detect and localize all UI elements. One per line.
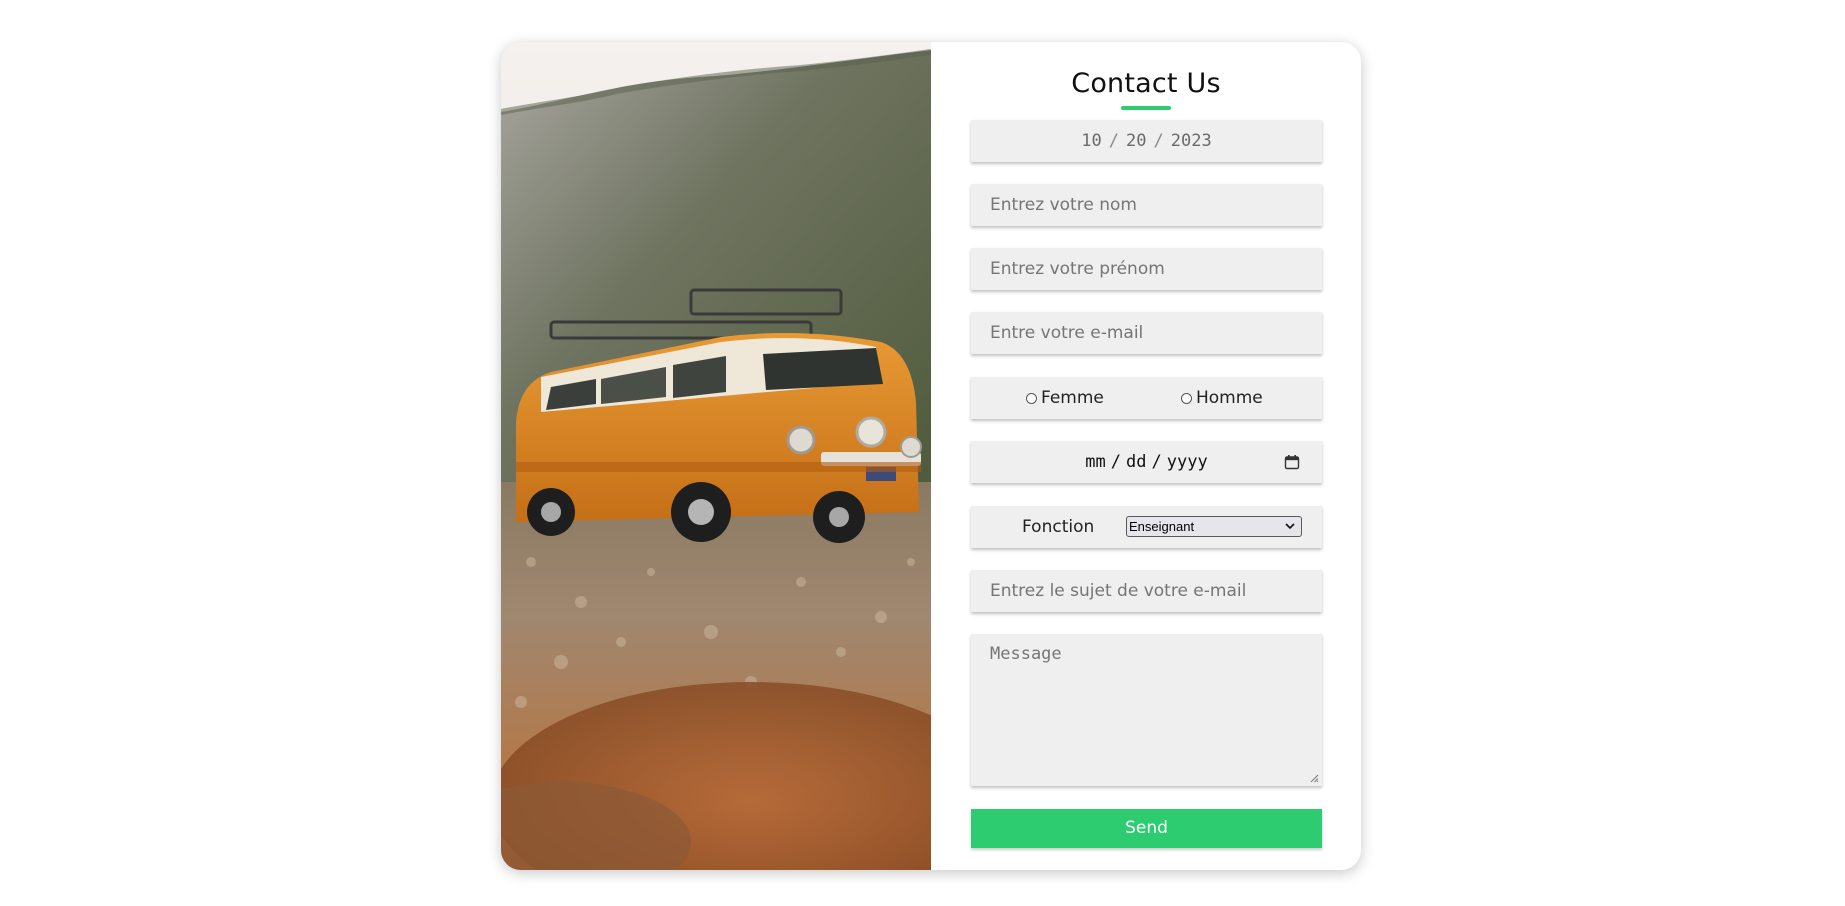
calendar-icon[interactable]: [1284, 454, 1300, 470]
message-textarea[interactable]: [971, 634, 1322, 786]
date-value: 10 / 20 / 2023: [971, 120, 1322, 162]
radio-homme-circle[interactable]: [1181, 392, 1192, 404]
birthdate-value: mm / dd / yyyy: [971, 441, 1322, 483]
birthdate-separator: /: [1151, 452, 1162, 472]
form-title: Contact Us: [1071, 68, 1221, 99]
birthdate-separator: /: [1110, 452, 1122, 472]
fonction-selected: Enseignant: [1129, 519, 1195, 534]
contact-card: Contact Us 10 / 20 / 2023 Fe: [501, 42, 1361, 870]
gender-radio-group: Femme Homme: [971, 377, 1322, 419]
date-field[interactable]: 10 / 20 / 2023: [971, 120, 1322, 162]
radio-homme[interactable]: Homme: [1181, 388, 1263, 408]
radio-femme-label: Femme: [1041, 388, 1104, 408]
gender-field: Femme Homme: [971, 377, 1322, 419]
message-field: [971, 634, 1322, 786]
contact-form: Contact Us 10 / 20 / 2023 Fe: [931, 42, 1361, 870]
date-day: 20: [1126, 131, 1147, 151]
birthdate-field[interactable]: mm / dd / yyyy: [971, 441, 1322, 483]
date-separator: /: [1108, 131, 1120, 151]
nom-input[interactable]: [971, 184, 1322, 226]
radio-femme-circle[interactable]: [1026, 392, 1037, 404]
email-input[interactable]: [971, 312, 1322, 354]
title-underline: [1121, 106, 1171, 110]
birthdate-year: yyyy: [1166, 452, 1208, 472]
radio-femme[interactable]: Femme: [1026, 388, 1104, 408]
resize-grip-icon[interactable]: [1310, 774, 1319, 783]
subject-field: [971, 570, 1322, 612]
chevron-down-icon: [1285, 523, 1295, 530]
van-photo: [501, 42, 931, 870]
radio-homme-label: Homme: [1196, 388, 1263, 408]
prenom-input[interactable]: [971, 248, 1322, 290]
send-button[interactable]: Send: [971, 809, 1322, 848]
fonction-select[interactable]: Enseignant: [1126, 516, 1302, 537]
date-year: 2023: [1170, 131, 1212, 151]
nom-field: [971, 184, 1322, 226]
date-month: 10: [1081, 131, 1102, 151]
fonction-label: Fonction: [1022, 517, 1095, 537]
prenom-field: [971, 248, 1322, 290]
subject-input[interactable]: [971, 570, 1322, 612]
birthdate-month: mm: [1085, 452, 1106, 472]
birthdate-day: dd: [1126, 452, 1147, 472]
fonction-field: Fonction Enseignant: [971, 506, 1322, 548]
email-field: [971, 312, 1322, 354]
date-separator: /: [1153, 131, 1164, 151]
